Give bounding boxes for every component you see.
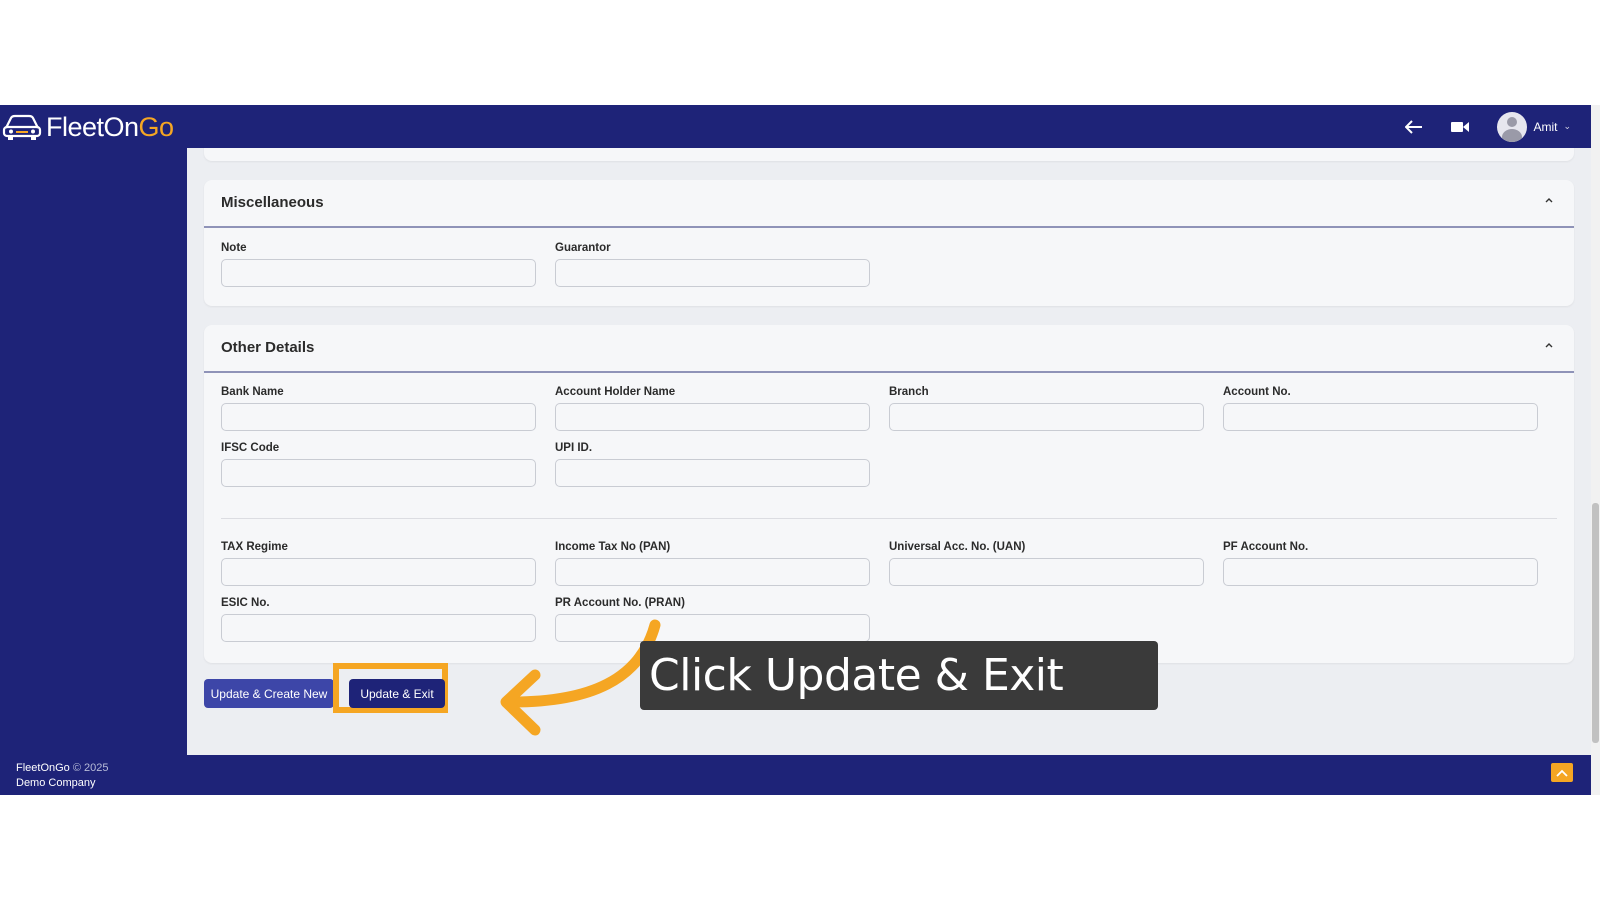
sidebar — [0, 148, 187, 755]
ifsc-code-label: IFSC Code — [221, 442, 280, 454]
footer-company: Demo Company — [16, 777, 96, 789]
upi-id-label: UPI ID. — [555, 442, 593, 454]
top-navbar: FleetOnGo Amit ⌄ — [0, 105, 1591, 148]
esic-no-label: ESIC No. — [221, 597, 270, 609]
income-tax-no-input[interactable] — [555, 558, 870, 586]
fleetongo-logo[interactable]: FleetOnGo — [2, 110, 174, 144]
instruction-callout: Click Update & Exit — [640, 641, 1158, 710]
footer-brand: FleetOnGo — [16, 762, 70, 774]
chevron-down-icon: ⌄ — [1563, 121, 1571, 131]
bank-name-input[interactable] — [221, 403, 536, 431]
footer-text: FleetOnGo © 2025 Demo Company — [16, 761, 109, 791]
account-holder-name-input[interactable] — [555, 403, 870, 431]
note-input[interactable] — [221, 259, 536, 287]
bank-name-label: Bank Name — [221, 386, 284, 398]
chevron-up-icon[interactable] — [1542, 339, 1556, 353]
page-scrollbar[interactable] — [1591, 105, 1600, 795]
ifsc-code-input[interactable] — [221, 459, 536, 487]
previous-section-card — [204, 148, 1574, 161]
back-arrow-icon[interactable] — [1405, 119, 1423, 134]
video-camera-icon[interactable] — [1451, 121, 1470, 133]
pf-account-no-label: PF Account No. — [1223, 541, 1309, 553]
account-holder-name-label: Account Holder Name — [555, 386, 676, 398]
account-no-label: Account No. — [1223, 386, 1291, 398]
section-divider — [221, 518, 1557, 519]
uan-input[interactable] — [889, 558, 1204, 586]
logo-text-fleet: FleetOn — [46, 111, 139, 142]
update-and-exit-button[interactable]: Update & Exit — [349, 679, 445, 708]
branch-input[interactable] — [889, 403, 1204, 431]
guarantor-input[interactable] — [555, 259, 870, 287]
scrollbar-thumb[interactable] — [1592, 503, 1599, 743]
top-right-actions: Amit ⌄ — [1405, 105, 1571, 148]
other-details-card: Other Details Bank Name Account Holder N… — [204, 325, 1574, 663]
guarantor-label: Guarantor — [555, 242, 611, 254]
update-and-create-new-button[interactable]: Update & Create New — [204, 679, 334, 708]
user-name: Amit — [1533, 119, 1558, 134]
miscellaneous-title: Miscellaneous — [221, 194, 324, 211]
uan-label: Universal Acc. No. (UAN) — [889, 541, 1026, 553]
miscellaneous-card: Miscellaneous Note Guarantor — [204, 180, 1574, 306]
tax-regime-label: TAX Regime — [221, 541, 288, 553]
other-details-header[interactable]: Other Details — [204, 325, 1574, 373]
branch-label: Branch — [889, 386, 929, 398]
logo-text: FleetOnGo — [46, 112, 174, 143]
account-no-input[interactable] — [1223, 403, 1538, 431]
footer-copyright: © 2025 — [72, 762, 109, 774]
footer: FleetOnGo © 2025 Demo Company — [0, 755, 1591, 795]
user-avatar-icon — [1497, 111, 1528, 142]
scroll-to-top-icon[interactable] — [1551, 763, 1573, 782]
upi-id-input[interactable] — [555, 459, 870, 487]
pf-account-no-input[interactable] — [1223, 558, 1538, 586]
car-logo-icon — [2, 114, 42, 140]
note-label: Note — [221, 242, 247, 254]
other-details-title: Other Details — [221, 339, 315, 356]
user-menu[interactable]: Amit ⌄ — [1497, 111, 1571, 142]
esic-no-input[interactable] — [221, 614, 536, 642]
chevron-up-icon[interactable] — [1542, 194, 1556, 208]
logo-text-go: Go — [138, 111, 175, 142]
pran-input[interactable] — [555, 614, 870, 642]
tax-regime-input[interactable] — [221, 558, 536, 586]
pran-label: PR Account No. (PRAN) — [555, 597, 685, 609]
income-tax-no-label: Income Tax No (PAN) — [555, 541, 671, 553]
miscellaneous-header[interactable]: Miscellaneous — [204, 180, 1574, 228]
